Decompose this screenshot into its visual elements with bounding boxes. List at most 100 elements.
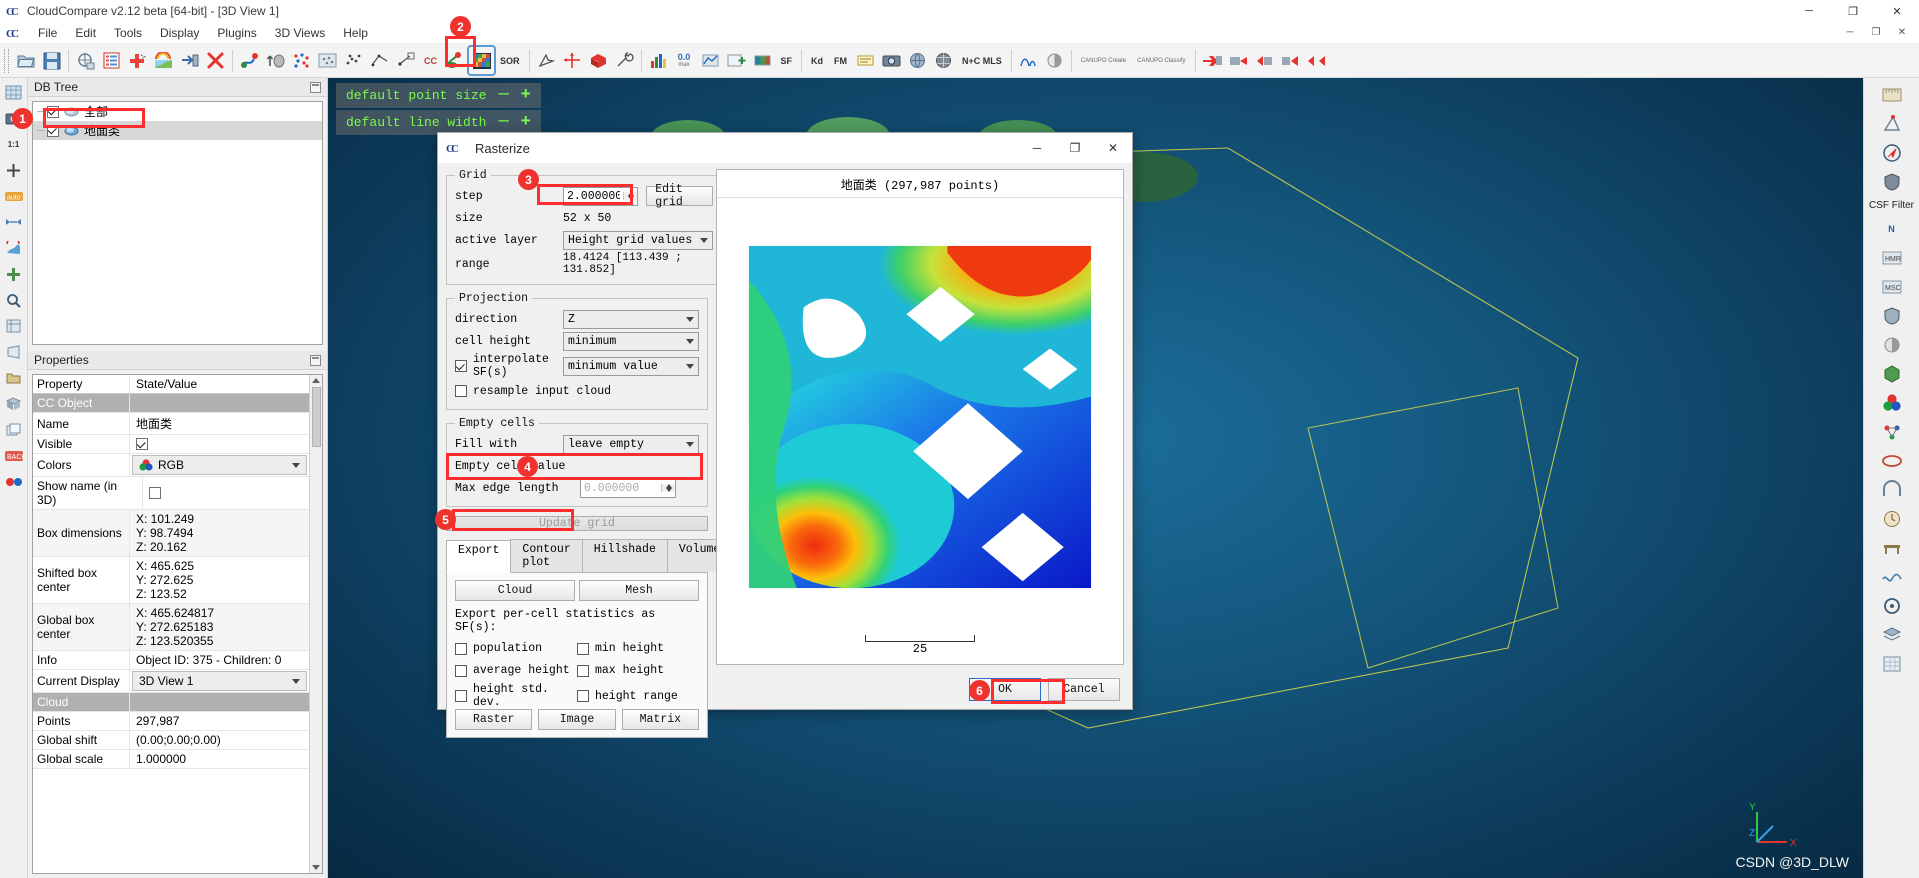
normals-mls-icon[interactable]: N+C MLS (957, 47, 1007, 74)
population-box[interactable] (455, 642, 467, 655)
arrow-red-4-icon[interactable] (1278, 47, 1303, 74)
cube-view-icon[interactable] (2, 392, 26, 416)
rasterize-icon[interactable] (467, 45, 496, 76)
primitive-box-icon[interactable] (586, 47, 611, 74)
mdi-close-button[interactable]: ✕ (1889, 23, 1915, 43)
properties-scrollbar[interactable] (309, 375, 322, 873)
global-shift-icon[interactable] (73, 47, 98, 74)
kd-tree-icon[interactable]: Kd (806, 47, 828, 74)
rgb-icon[interactable] (1877, 390, 1907, 416)
arrow-red-5-icon[interactable] (1304, 47, 1329, 74)
resample-input-cloud-checkbox[interactable]: resample input cloud (455, 382, 611, 401)
arrow-red-3-icon[interactable] (1252, 47, 1277, 74)
mdi-minimize-button[interactable]: ─ (1837, 23, 1863, 43)
properties-float-button[interactable] (310, 354, 321, 366)
msc-icon[interactable]: MSC (1877, 274, 1907, 300)
disc-icon[interactable] (1877, 593, 1907, 619)
checkbox-min-height[interactable]: min height (577, 639, 699, 658)
folder-view-icon[interactable] (2, 366, 26, 390)
dialog-close-button[interactable]: ✕ (1094, 133, 1132, 163)
auto-icon[interactable]: auto (2, 184, 26, 208)
property-value-show-name[interactable] (143, 477, 309, 509)
dialog-maximize-button[interactable]: ❐ (1056, 133, 1094, 163)
rotate-left-right-icon[interactable] (2, 210, 26, 234)
menu-tools[interactable]: Tools (105, 24, 151, 42)
rasterize-dialog[interactable]: CC Rasterize ─ ❐ ✕ Grid step 2.000000 Ed… (437, 132, 1133, 738)
compute-normals-icon[interactable] (443, 47, 468, 74)
segment-icon[interactable] (237, 47, 262, 74)
n-letter-icon[interactable]: N (1877, 216, 1907, 242)
clock-icon[interactable] (1877, 506, 1907, 532)
max-edge-length-spinbox[interactable] (580, 478, 676, 498)
fit-plane-icon[interactable] (341, 47, 366, 74)
apply-transform-icon[interactable] (177, 47, 202, 74)
colors-combobox[interactable]: RGB (132, 455, 307, 475)
export-raster-button[interactable]: Raster (455, 709, 533, 730)
bench-icon[interactable] (1877, 535, 1907, 561)
label-icon[interactable] (853, 47, 878, 74)
interpolate-sf-box[interactable] (455, 360, 467, 372)
arrow-red-2-icon[interactable] (1226, 47, 1251, 74)
grid-icon[interactable] (1877, 651, 1907, 677)
delete-icon[interactable] (203, 47, 228, 74)
close-button[interactable]: ✕ (1875, 0, 1919, 22)
translate-gizmo-icon[interactable] (560, 47, 585, 74)
db-tree-panel[interactable]: 全部 地面类 (32, 101, 323, 345)
tree-item-ground[interactable]: 地面类 (33, 121, 322, 140)
dialog-minimize-button[interactable]: ─ (1018, 133, 1056, 163)
canupo-create-icon[interactable]: CANUPO Create (1076, 47, 1131, 74)
export-cloud-button[interactable]: Cloud (455, 580, 575, 601)
grid-step-arrows[interactable] (623, 192, 638, 200)
tree-checkbox-all[interactable] (47, 105, 59, 118)
point-size-plus-button[interactable]: + (521, 86, 531, 105)
wave-icon[interactable] (1877, 564, 1907, 590)
sf-gradient-icon[interactable] (750, 47, 775, 74)
measure-icon[interactable] (1877, 111, 1907, 137)
menu-edit[interactable]: Edit (66, 24, 105, 42)
ortho-view-icon[interactable] (2, 314, 26, 338)
fm-icon[interactable]: FM (829, 47, 852, 74)
layers-icon[interactable] (1877, 622, 1907, 648)
add-sf-icon[interactable] (724, 47, 749, 74)
export-mesh-button[interactable]: Mesh (579, 580, 699, 601)
menu-file[interactable]: File (29, 24, 66, 42)
toolbar-grip[interactable] (4, 48, 9, 73)
tab-contour-plot[interactable]: Contour plot (510, 539, 583, 572)
line-width-minus-button[interactable]: ─ (498, 113, 508, 132)
export-image-button[interactable]: Image (538, 709, 616, 730)
edit-grid-button[interactable]: Edit grid (646, 183, 713, 209)
zoom-1-1-icon[interactable]: 1:1 (2, 132, 26, 156)
canupo-classify-icon[interactable]: CANUPO Classify (1132, 47, 1190, 74)
arch-icon[interactable] (1877, 477, 1907, 503)
shield-icon[interactable] (1877, 169, 1907, 195)
point-color-icon[interactable] (2, 236, 26, 260)
mdi-restore-button[interactable]: ❐ (1863, 23, 1889, 43)
ruler-icon[interactable] (1877, 82, 1907, 108)
toggle-db-tree-icon[interactable] (99, 47, 124, 74)
maximize-button[interactable]: ❐ (1831, 0, 1875, 22)
window-stack-icon[interactable] (2, 418, 26, 442)
view-grid-icon[interactable] (2, 80, 26, 104)
pick-point-icon[interactable] (534, 47, 559, 74)
colors-icon[interactable] (151, 47, 176, 74)
hmr-icon[interactable]: HMR (1877, 245, 1907, 271)
resample-icon[interactable] (315, 47, 340, 74)
sf-tool-icon[interactable]: SF (776, 47, 798, 74)
translate-rotate-icon[interactable] (263, 47, 288, 74)
tab-export[interactable]: Export (446, 540, 512, 573)
update-grid-button[interactable]: Update grid (446, 516, 708, 531)
ellipse-icon[interactable] (1877, 448, 1907, 474)
max-edge-arrows[interactable] (661, 484, 675, 492)
interpolate-sf-checkbox[interactable]: interpolate SF(s) (455, 353, 563, 379)
molecule-icon[interactable] (1877, 419, 1907, 445)
hint-point-size[interactable]: default point size ─ + (336, 83, 541, 108)
checkbox-population[interactable]: population (455, 639, 577, 658)
mesh-from-cloud-icon[interactable] (367, 47, 392, 74)
save-file-icon[interactable] (39, 47, 64, 74)
min-height-box[interactable] (577, 642, 589, 655)
compass-icon[interactable] (1877, 140, 1907, 166)
visible-checkbox[interactable] (136, 438, 148, 450)
resample-box[interactable] (455, 385, 467, 397)
scroll-thumb[interactable] (311, 387, 321, 447)
spin-down-icon-2[interactable] (665, 488, 672, 492)
